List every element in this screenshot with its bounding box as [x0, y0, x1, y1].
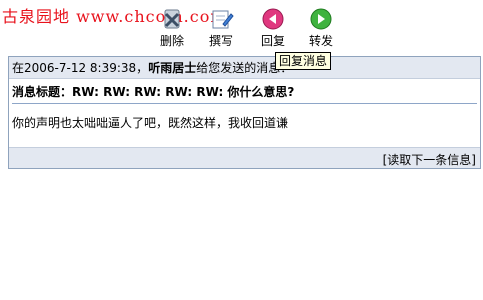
- message-panel: 在2006-7-12 8:39:38，听雨居士给您发送的消息： 消息标题：RW:…: [8, 56, 481, 169]
- reply-tooltip: 回复消息: [275, 52, 332, 70]
- header-prefix: 在2006-7-12 8:39:38，: [12, 61, 149, 75]
- subject-label: 消息标题：: [12, 85, 73, 99]
- delete-button[interactable]: 删除: [152, 6, 192, 48]
- compose-icon: [212, 10, 234, 29]
- delete-icon: [164, 9, 180, 29]
- forward-label: 转发: [308, 34, 333, 48]
- compose-button[interactable]: 撰写: [201, 6, 241, 48]
- forward-button[interactable]: 转发: [301, 6, 341, 48]
- message-header: 在2006-7-12 8:39:38，听雨居士给您发送的消息：: [9, 57, 480, 79]
- reply-icon: [262, 8, 284, 30]
- forward-icon: [310, 8, 332, 30]
- reply-label: 回复: [260, 34, 285, 48]
- read-next-message-link[interactable]: [读取下一条信息]: [383, 151, 476, 168]
- message-footer: [读取下一条信息]: [9, 147, 480, 168]
- compose-label: 撰写: [208, 34, 233, 48]
- delete-label: 删除: [159, 34, 184, 48]
- subject-text: RW: RW: RW: RW: RW: 你什么意思?: [72, 85, 295, 99]
- divider: [12, 103, 477, 104]
- reply-button[interactable]: 回复: [253, 6, 293, 48]
- message-body: 你的声明也太咄咄逼人了吧，既然这样，我收回道谦: [12, 116, 289, 130]
- sender-name[interactable]: 听雨居士: [148, 61, 196, 75]
- message-toolbar: 删除 撰写 回复 转发: [0, 0, 483, 50]
- message-subject: 消息标题：RW: RW: RW: RW: RW: 你什么意思?: [12, 83, 294, 100]
